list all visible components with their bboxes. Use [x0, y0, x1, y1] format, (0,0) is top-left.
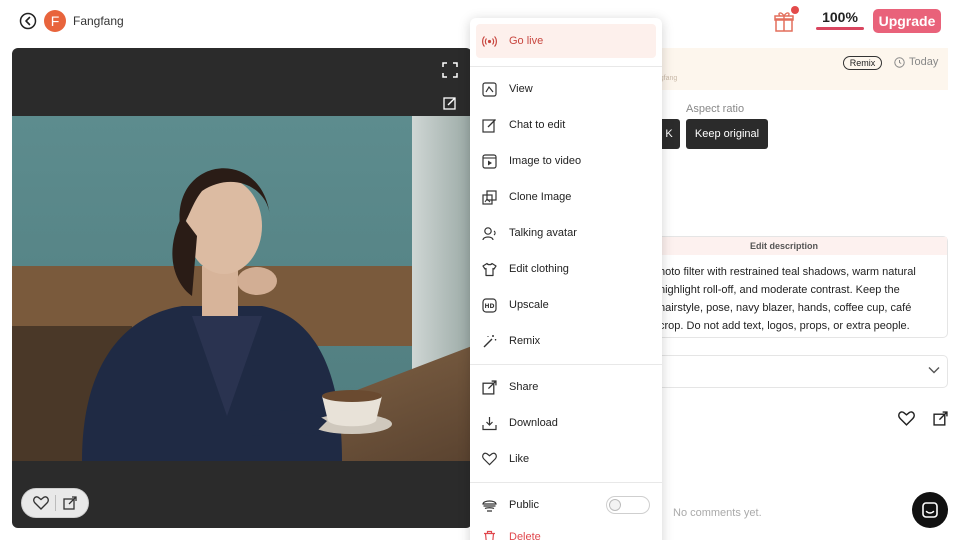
keep-original-button[interactable]: Keep original [686, 119, 768, 149]
chat-button[interactable] [912, 492, 948, 528]
image-viewer [12, 48, 472, 528]
wand-icon [482, 334, 497, 349]
menu-item-label: Download [509, 417, 558, 429]
menu-item-share[interactable]: Share [476, 370, 656, 404]
back-icon[interactable] [19, 12, 37, 30]
share-icon[interactable] [933, 411, 948, 426]
menu-item-label: Talking avatar [509, 227, 577, 239]
menu-item-label: Clone Image [509, 191, 572, 203]
heart-icon [482, 452, 497, 467]
menu-item-download[interactable]: Download [476, 406, 656, 440]
menu-item-label: Like [509, 453, 530, 465]
description-line: crop. Do not add text, logos, props, or … [659, 320, 910, 332]
view-icon [482, 81, 497, 97]
description-line: highlight roll-off, and moderate contras… [659, 284, 900, 296]
menu-item-upscale[interactable]: HD Upscale [476, 288, 656, 322]
menu-item-view[interactable]: View [476, 72, 656, 106]
remix-tag[interactable]: Remix [843, 56, 882, 70]
menu-item-label: Remix [509, 335, 541, 347]
menu-item-label: Upscale [509, 299, 549, 311]
username[interactable]: Fangfang [73, 14, 124, 28]
upgrade-button[interactable]: Upgrade [873, 9, 941, 33]
pill-divider [55, 495, 57, 511]
menu-item-edit-clothing[interactable]: Edit clothing [476, 252, 656, 286]
download-icon [482, 416, 497, 431]
description-line: hairstyle, pose, navy blazer, hands, cof… [659, 302, 912, 314]
hd-icon: HD [482, 297, 497, 313]
menu-divider [470, 482, 662, 483]
avatar[interactable]: F [44, 10, 66, 32]
menu-item-like[interactable]: Like [476, 442, 656, 476]
menu-item-label: Public [509, 499, 539, 511]
info-bar [620, 48, 948, 90]
menu-item-image-to-video[interactable]: Image to video [476, 144, 656, 178]
menu-item-remix[interactable]: Remix [476, 324, 656, 358]
credits-bar [816, 27, 864, 30]
menu-item-go-live[interactable]: Go live [476, 24, 656, 58]
heart-icon[interactable] [33, 496, 50, 510]
credits-value[interactable]: 100% [816, 9, 864, 25]
edit-image-icon[interactable] [443, 96, 457, 110]
no-comments-text: No comments yet. [673, 507, 762, 519]
menu-item-label: Chat to edit [509, 119, 566, 131]
edit-description-box[interactable]: Edit description hoto filter with restra… [620, 236, 948, 338]
heart-icon[interactable] [898, 411, 915, 426]
shirt-icon [482, 262, 497, 277]
public-toggle[interactable] [606, 496, 650, 514]
image-actions-menu: Go live View Chat to edit Image to video… [470, 18, 662, 540]
gift-icon[interactable] [774, 10, 794, 32]
video-icon [482, 153, 497, 169]
menu-divider [470, 66, 662, 67]
menu-item-label: Share [509, 381, 539, 393]
description-line: hoto filter with restrained teal shadows… [659, 266, 916, 278]
chevron-down-icon[interactable] [928, 366, 940, 374]
avatar-icon [482, 226, 497, 241]
image-action-pill [21, 488, 89, 518]
menu-item-label: Delete [509, 531, 541, 540]
toggle-knob [609, 499, 621, 511]
share-icon[interactable] [63, 496, 77, 510]
chat-icon [921, 501, 939, 519]
model-select[interactable] [620, 355, 948, 388]
menu-item-delete[interactable]: Delete [476, 520, 656, 540]
share-icon [482, 379, 497, 395]
generated-image[interactable] [12, 116, 472, 461]
aspect-ratio-label: Aspect ratio [686, 103, 745, 115]
menu-item-label: Go live [509, 35, 544, 47]
edit-description-title: Edit description [621, 237, 947, 255]
menu-item-talking-avatar[interactable]: Talking avatar [476, 216, 656, 250]
menu-divider [470, 364, 662, 365]
menu-item-public[interactable]: Public [476, 488, 596, 522]
menu-item-chat-to-edit[interactable]: Chat to edit [476, 108, 656, 142]
date-label: Today [909, 56, 939, 68]
menu-item-label: View [509, 83, 533, 95]
trash-icon [482, 530, 497, 540]
broadcast-icon [482, 34, 497, 49]
fullscreen-icon[interactable] [442, 62, 458, 78]
edit-icon [482, 118, 497, 133]
svg-text:HD: HD [484, 303, 494, 310]
menu-item-label: Image to video [509, 155, 582, 167]
clock-icon [894, 57, 905, 68]
globe-icon [482, 498, 497, 513]
notification-dot [791, 6, 799, 14]
menu-item-clone-image[interactable]: Clone Image [476, 180, 656, 214]
menu-item-label: Edit clothing [509, 263, 569, 275]
clone-icon [482, 189, 497, 205]
